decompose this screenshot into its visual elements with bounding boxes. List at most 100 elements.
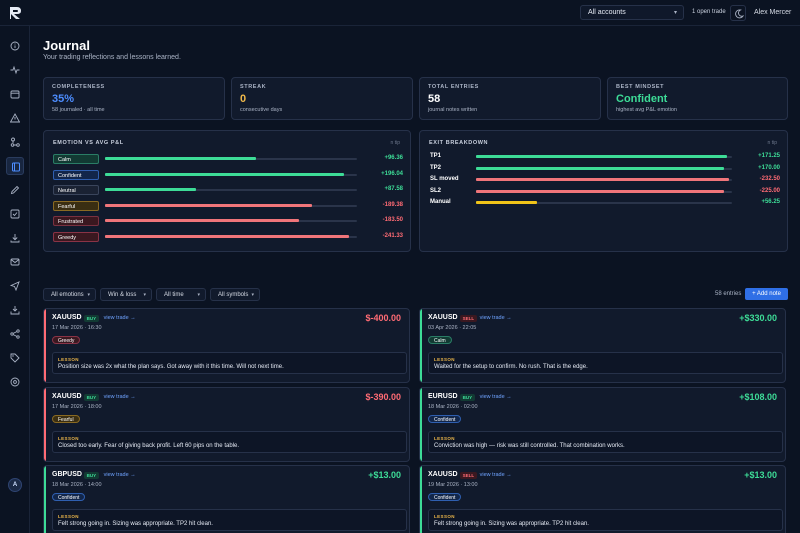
view-trade-link[interactable]: view trade → <box>104 394 136 400</box>
symbol-filter-select[interactable]: All symbols ▾ <box>210 288 260 301</box>
emotion-vs-pnl-panel: EMOTION VS AVG P&L n tip Calm +96.36 Confi… <box>43 130 411 252</box>
filter-value: Win & loss <box>108 292 137 298</box>
sidebar-item-import[interactable] <box>8 231 22 245</box>
help-circle-icon <box>10 377 20 387</box>
emotion-bar <box>105 157 257 160</box>
sidebar-item-send[interactable] <box>8 279 22 293</box>
emotion-row: Neutral +87.58 <box>53 185 403 195</box>
journal-card[interactable]: GBPUSD BUY view trade → 18 Mar 2026 · 14:00… <box>43 465 410 533</box>
card-pnl: +$330.00 <box>739 313 777 323</box>
view-trade-link[interactable]: view trade → <box>480 394 512 400</box>
emotion-tag[interactable]: Greedy <box>53 231 99 242</box>
lesson-label: LESSON <box>58 514 79 519</box>
sidebar-item-tags[interactable] <box>8 351 22 365</box>
user-name[interactable]: Alex Mercer <box>754 9 791 16</box>
emotion-tag[interactable]: Frustrated <box>53 216 99 226</box>
sidebar-item-calendar[interactable] <box>8 87 22 101</box>
lesson-box: LESSON Waited for the setup to confirm. N… <box>428 352 783 374</box>
emotion-bar-track <box>105 172 357 176</box>
chevron-down-icon: ▾ <box>197 292 200 298</box>
checkbox-icon <box>10 209 20 219</box>
chevron-down-icon: ▾ <box>87 292 90 298</box>
card-pnl: +$108.00 <box>739 391 777 402</box>
exit-label: Manual <box>430 199 451 205</box>
lesson-label: LESSON <box>434 435 455 441</box>
sidebar-item-network[interactable] <box>8 135 22 149</box>
emotion-row: Greedy -241.33 <box>53 231 403 242</box>
side-badge: BUY <box>459 393 476 401</box>
pulse-icon <box>10 65 20 75</box>
emotion-filter-select[interactable]: All emotions ▾ <box>43 288 96 301</box>
page-title: Journal <box>43 38 90 53</box>
stat-sub: consecutive days <box>240 107 283 113</box>
time-filter-select[interactable]: All time ▾ <box>156 288 206 301</box>
card-accent-bar <box>420 387 422 461</box>
exit-row: TP2 +170.00 <box>430 164 780 174</box>
sidebar-item-activity[interactable] <box>8 63 22 77</box>
lesson-box: LESSON Felt strong going in. Sizing was a… <box>428 509 783 531</box>
emotion-bar-track <box>105 234 357 238</box>
theme-toggle-button[interactable] <box>730 5 746 21</box>
view-trade-link[interactable]: view trade → <box>480 472 512 478</box>
emotion-tag[interactable]: Fearful <box>53 200 99 211</box>
sidebar-item-help[interactable] <box>8 375 22 389</box>
download-tray-icon <box>10 306 20 315</box>
emotion-tag[interactable]: Confident <box>53 169 99 180</box>
share-icon <box>10 329 20 339</box>
exit-bar <box>476 155 727 158</box>
account-select[interactable]: All accounts ▾ <box>580 5 684 20</box>
exit-label: TP2 <box>430 164 442 171</box>
sidebar-item-alerts[interactable] <box>8 111 22 125</box>
warning-icon <box>10 113 20 123</box>
journal-card[interactable]: XAUUSD BUY view trade → 17 Mar 2026 · 16:30… <box>43 308 410 383</box>
journal-card[interactable]: XAUUSD BUY view trade → 17 Mar 2026 · 18:00… <box>43 386 410 462</box>
exit-value: -225.00 <box>759 187 780 194</box>
sidebar-item-export[interactable] <box>8 303 22 317</box>
side-badge: BUY <box>83 472 100 479</box>
lesson-text: Felt strong going in. Sizing was appropr… <box>434 521 589 527</box>
avatar[interactable]: A <box>8 478 22 492</box>
journal-card[interactable]: XAUUSD SELL view trade → 19 Mar 2026 · 13:0… <box>419 465 786 533</box>
journal-card[interactable]: EURUSD BUY view trade → 18 Mar 2026 · 02:00… <box>419 386 786 462</box>
panel-note: n tip <box>767 140 777 146</box>
emotion-value: +96.36 <box>384 155 403 161</box>
app-logo-icon[interactable] <box>8 6 22 20</box>
card-symbol: XAUUSD <box>52 392 82 400</box>
panel-title: EMOTION VS AVG P&L <box>53 140 124 146</box>
emotion-bar-track <box>105 219 357 222</box>
stat-sub: 58 journaled · all time <box>52 107 105 113</box>
emotion-badge: Confident <box>428 414 462 423</box>
network-icon <box>10 137 20 147</box>
sidebar-item-journal[interactable] <box>6 157 24 175</box>
card-symbol: EURUSD <box>428 392 458 400</box>
exit-bar <box>476 201 538 204</box>
exit-bar-track <box>476 201 732 204</box>
side-badge: SELL <box>459 315 478 322</box>
view-trade-link[interactable]: view trade → <box>104 472 136 478</box>
filter-value: All symbols <box>218 292 249 298</box>
filter-value: All emotions <box>51 292 84 298</box>
sidebar-item-share[interactable] <box>8 327 22 341</box>
sidebar-item-checklist[interactable] <box>8 207 22 221</box>
card-symbol: GBPUSD <box>52 471 82 478</box>
entries-count: 58 entries <box>715 291 742 297</box>
open-trade-count[interactable]: 1 open trade <box>692 9 726 15</box>
journal-card[interactable]: XAUUSD SELL view trade → 03 Apr 2026 · 22:0… <box>419 308 786 383</box>
view-trade-link[interactable]: view trade → <box>480 315 512 321</box>
sidebar-item-messages[interactable] <box>8 255 22 269</box>
stat-label: STREAK <box>240 84 267 90</box>
card-pnl: +$13.00 <box>368 470 401 480</box>
view-trade-link[interactable]: view trade → <box>104 315 136 321</box>
exit-label: SL2 <box>430 187 442 194</box>
sidebar-item-dashboard[interactable] <box>8 39 22 53</box>
stat-value: 35% <box>52 93 75 105</box>
sidebar-item-notes[interactable] <box>8 183 22 197</box>
winloss-filter-select[interactable]: Win & loss ▾ <box>100 288 152 301</box>
emotion-tag[interactable]: Calm <box>53 154 99 164</box>
lesson-text: Felt strong going in. Sizing was appropr… <box>58 521 213 527</box>
exit-breakdown-panel: EXIT BREAKDOWN n tip TP1 +171.25 TP2 +170.0… <box>419 130 788 252</box>
emotion-tag[interactable]: Neutral <box>53 185 99 195</box>
exit-bar <box>476 166 725 170</box>
exit-row: SL2 -225.00 <box>430 187 780 197</box>
add-note-button[interactable]: + Add note <box>745 288 788 300</box>
